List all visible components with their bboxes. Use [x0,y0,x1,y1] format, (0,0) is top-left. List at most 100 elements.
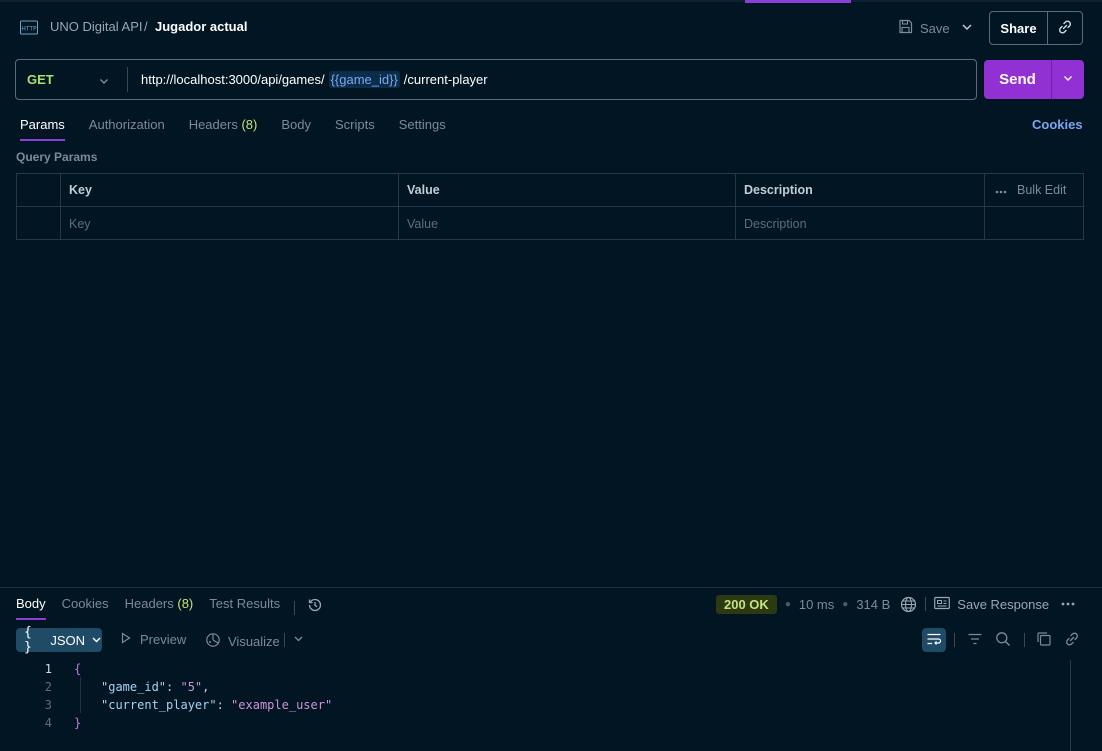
value-input[interactable]: Value [399,207,736,240]
tab-headers-label: Headers [188,117,238,132]
response-size[interactable]: 314 B [856,597,890,612]
line-number: 3 [44,698,52,712]
description-column-header: Description [736,174,985,206]
http-icon: HTTP [20,20,38,36]
url-bar: GET http://localhost:3000/api/games/ {{g… [15,59,977,100]
save-icon [898,19,913,37]
method-select[interactable]: GET [16,60,127,99]
response-meta: 200 OK ● 10 ms ● 314 B Save Response [716,594,1075,614]
send-options-button[interactable] [1052,60,1084,99]
url-variable[interactable]: {{game_id}} [328,71,400,88]
code-text: "game_id": "5", [101,680,210,694]
code-text: { [74,662,82,676]
value-column-header: Value [399,174,736,206]
table-header-row: Key Value Description Bulk Edit [17,174,1083,207]
link-icon [1057,19,1073,38]
top-border [0,0,1102,2]
chevron-down-icon [91,633,102,648]
tab-response-cookies[interactable]: Cookies [62,596,109,620]
format-select[interactable]: { } JSON [16,625,102,655]
response-time[interactable]: 10 ms [799,597,834,612]
key-column-header: Key [61,174,399,206]
code-line: 1 { [0,660,1070,678]
response-body-code[interactable]: 1 { 2 "game_id": "5", 3 "current_player"… [0,660,1070,732]
send-button-group: Send [984,60,1084,99]
divider [284,632,285,647]
divider [954,633,955,647]
more-options-icon[interactable] [995,183,1007,197]
request-header: HTTP UNO Digital API / Jugador actual Sa… [0,3,1102,49]
tab-params[interactable]: Params [20,117,65,141]
scrollbar[interactable] [1070,660,1071,751]
copy-icon[interactable] [1036,631,1052,647]
tab-headers[interactable]: Headers (8) [189,117,258,141]
save-label: Save [920,20,950,36]
bulk-edit-cell: Bulk Edit [985,174,1083,206]
code-line: 2 "game_id": "5", [0,678,1070,696]
divider [1024,633,1025,647]
json-key: "game_id" [101,680,167,694]
table-row: Key Value Description [17,207,1083,240]
code-text: "current_player": "example_user" [101,698,333,712]
cookies-link[interactable]: Cookies [1032,117,1083,132]
save-options-chevron-down-icon[interactable] [960,20,974,37]
share-button-group: Share [989,11,1083,45]
description-input[interactable]: Description [736,207,985,240]
tab-settings[interactable]: Settings [399,117,446,141]
tab-body[interactable]: Body [281,117,311,141]
line-number: 2 [44,680,52,694]
tab-response-headers[interactable]: Headers (8) [125,596,194,620]
link-icon[interactable] [1064,631,1080,647]
request-tabs: Params Authorization Headers (8) Body Sc… [20,117,470,141]
visualize-options-button[interactable] [284,632,304,647]
share-button[interactable]: Share [990,12,1048,44]
tab-authorization[interactable]: Authorization [89,117,165,141]
svg-text:HTTP: HTTP [21,26,37,33]
bulk-edit-button[interactable]: Bulk Edit [1017,183,1066,197]
checkbox-column-header [17,174,61,206]
visualize-icon [205,632,221,651]
response-divider[interactable] [0,587,1102,588]
method-label: GET [27,72,54,87]
filter-icon[interactable] [967,631,983,647]
braces-icon: { } [24,625,32,655]
chevron-down-icon [98,75,110,90]
tab-response-body[interactable]: Body [16,596,46,620]
save-response-label: Save Response [957,596,1050,612]
key-input[interactable]: Key [61,207,399,240]
line-number: 1 [44,662,52,676]
empty-cell [985,207,1083,240]
url-suffix: /current-player [403,72,488,87]
save-response-icon [934,596,951,613]
json-punct: , [202,680,210,694]
breadcrumb-request-name[interactable]: Jugador actual [155,19,247,34]
code-line: 3 "current_player": "example_user" [0,696,1070,714]
history-icon[interactable] [307,597,323,613]
copy-link-button[interactable] [1048,12,1082,44]
preview-label: Preview [140,632,187,647]
response-headers-count: (8) [177,596,194,611]
json-key: "current_player" [101,698,217,712]
visualize-button[interactable]: Visualize [205,632,280,651]
breadcrumb-separator: / [144,19,148,34]
breadcrumb-collection[interactable]: UNO Digital API [50,19,142,34]
wrap-lines-button[interactable] [922,628,946,652]
url-input[interactable]: http://localhost:3000/api/games/ {{game_… [128,71,488,88]
tab-response-headers-label: Headers [124,596,174,611]
status-badge[interactable]: 200 OK [716,594,777,614]
tab-test-results[interactable]: Test Results [209,596,280,620]
search-icon[interactable] [995,631,1011,647]
divider [925,597,927,611]
more-options-icon[interactable] [1061,602,1075,606]
save-button[interactable]: Save [898,17,950,39]
globe-icon[interactable] [900,596,917,613]
divider [294,601,296,615]
tab-scripts[interactable]: Scripts [335,117,375,141]
send-button[interactable]: Send [984,60,1052,99]
dot-separator: ● [842,598,849,610]
headers-count: (8) [241,117,258,132]
response-tabs: Body Cookies Headers (8) Test Results [16,596,323,620]
save-response-button[interactable]: Save Response [934,596,1049,613]
code-line: 4 } [0,714,1070,732]
preview-button[interactable]: Preview [120,632,186,647]
